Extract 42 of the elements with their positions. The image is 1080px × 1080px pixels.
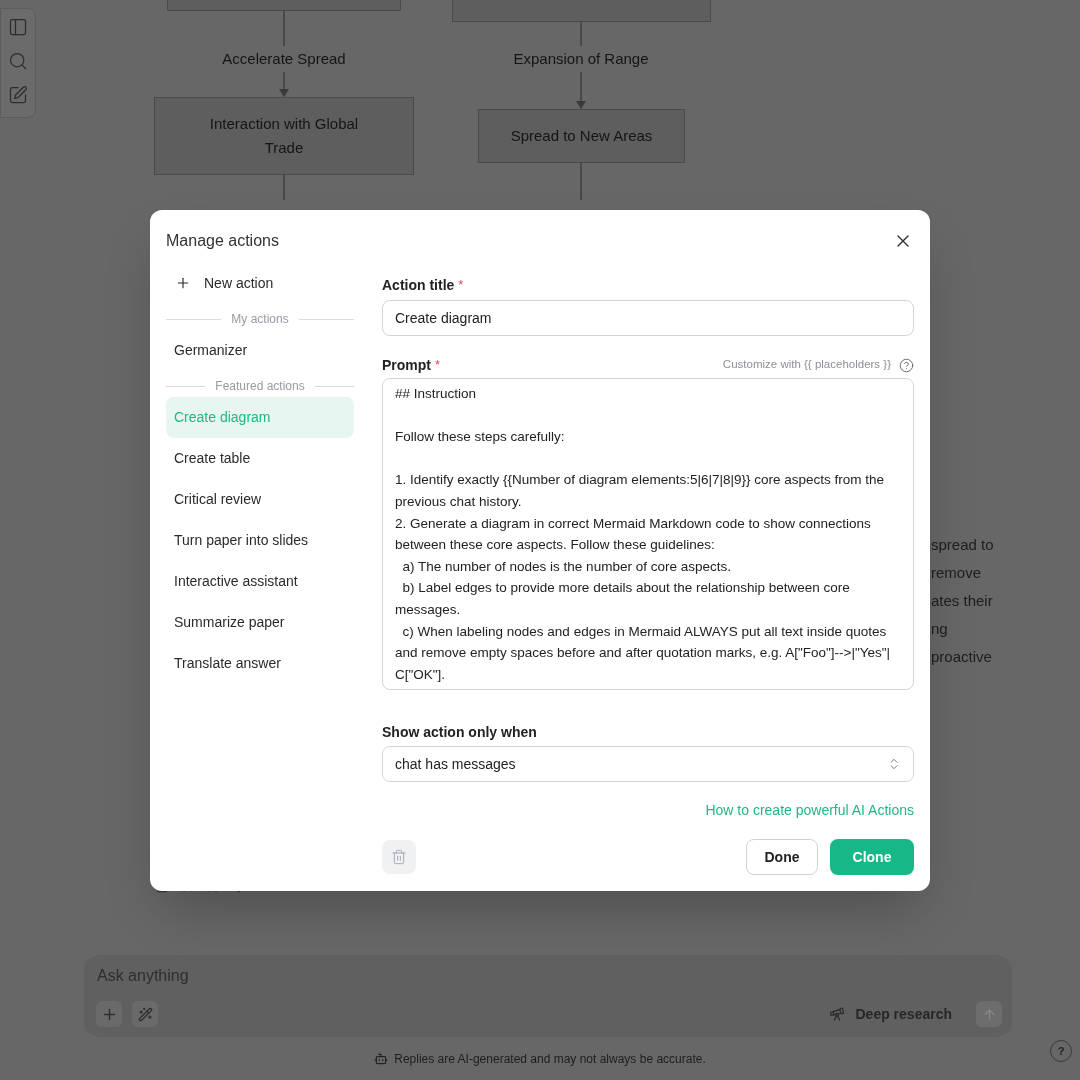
- section-heading: My actions: [231, 311, 289, 328]
- plus-icon: [175, 275, 191, 291]
- action-list-item[interactable]: Interactive assistant: [166, 561, 354, 602]
- field-label: Prompt: [382, 355, 431, 375]
- diagram-node: Interaction with Global Trade: [154, 97, 414, 175]
- telescope-icon: [829, 1006, 846, 1022]
- answer-text: ates their: [930, 591, 994, 611]
- field-label: Show action only when: [382, 723, 538, 741]
- dialog-title: Manage actions: [166, 231, 279, 251]
- trash-icon: [391, 849, 407, 866]
- delete-button[interactable]: [382, 840, 416, 875]
- wand-icon: [137, 1006, 153, 1022]
- new-action-button[interactable]: New action: [166, 272, 283, 294]
- answer-text: proactive: [930, 647, 993, 667]
- condition-select[interactable]: chat has messages: [382, 746, 914, 783]
- answer-text: spread to: [930, 535, 995, 555]
- placeholder-hint: Customize with {{ placeholders }}: [722, 357, 891, 373]
- done-button[interactable]: Done: [746, 839, 818, 876]
- field-label: Action title: [382, 275, 455, 295]
- answer-text: remove: [930, 563, 983, 583]
- required-mark: *: [458, 276, 464, 295]
- help-icon[interactable]: [899, 357, 914, 373]
- action-list-item[interactable]: Translate answer: [166, 643, 354, 684]
- prompt-field[interactable]: ## Instruction Follow these steps carefully: 1. Identify exactly {{Number of diagram elements:5|6|7|8|9}} core aspects from the previous chat history. 2. Generate a diagram in correct Mermaid Markdown code to show connections between these core aspects. Follow these guidelines: a) The number of nodes is the number of core aspects. b) Label edges to provide more details about the relationship between core messages. c) When labeling nodes and edges in Mermaid ALWAYS put all text inside quotes and remove empty spaces before and after quotation marks, e.g. A["Foo"]-->|"Yes"| C["OK"].: [382, 378, 914, 691]
- action-list-item[interactable]: Critical review: [166, 479, 354, 520]
- action-list-item[interactable]: Summarize paper: [166, 602, 354, 643]
- action-list-item[interactable]: Create table: [166, 438, 354, 479]
- diagram-node: Spread to New Areas: [478, 109, 685, 163]
- answer-text: ng: [930, 619, 949, 639]
- attach-button[interactable]: [96, 1001, 122, 1027]
- action-list-item[interactable]: Turn paper into slides: [166, 520, 354, 561]
- disclaimer-text: Replies are AI-generated and may not always be accurate.: [394, 1051, 706, 1068]
- section-heading: Featured actions: [215, 378, 305, 395]
- search-icon[interactable]: [8, 51, 28, 71]
- magic-button[interactable]: [132, 1001, 158, 1027]
- new-chat-icon[interactable]: [8, 85, 28, 105]
- send-button[interactable]: [976, 1001, 1002, 1027]
- action-title-field[interactable]: Create diagram: [382, 300, 914, 336]
- sidebar-toggle-icon[interactable]: [8, 17, 28, 37]
- bot-icon: [374, 1052, 389, 1066]
- required-mark: *: [435, 356, 441, 375]
- action-list-item[interactable]: Germanizer: [166, 330, 354, 371]
